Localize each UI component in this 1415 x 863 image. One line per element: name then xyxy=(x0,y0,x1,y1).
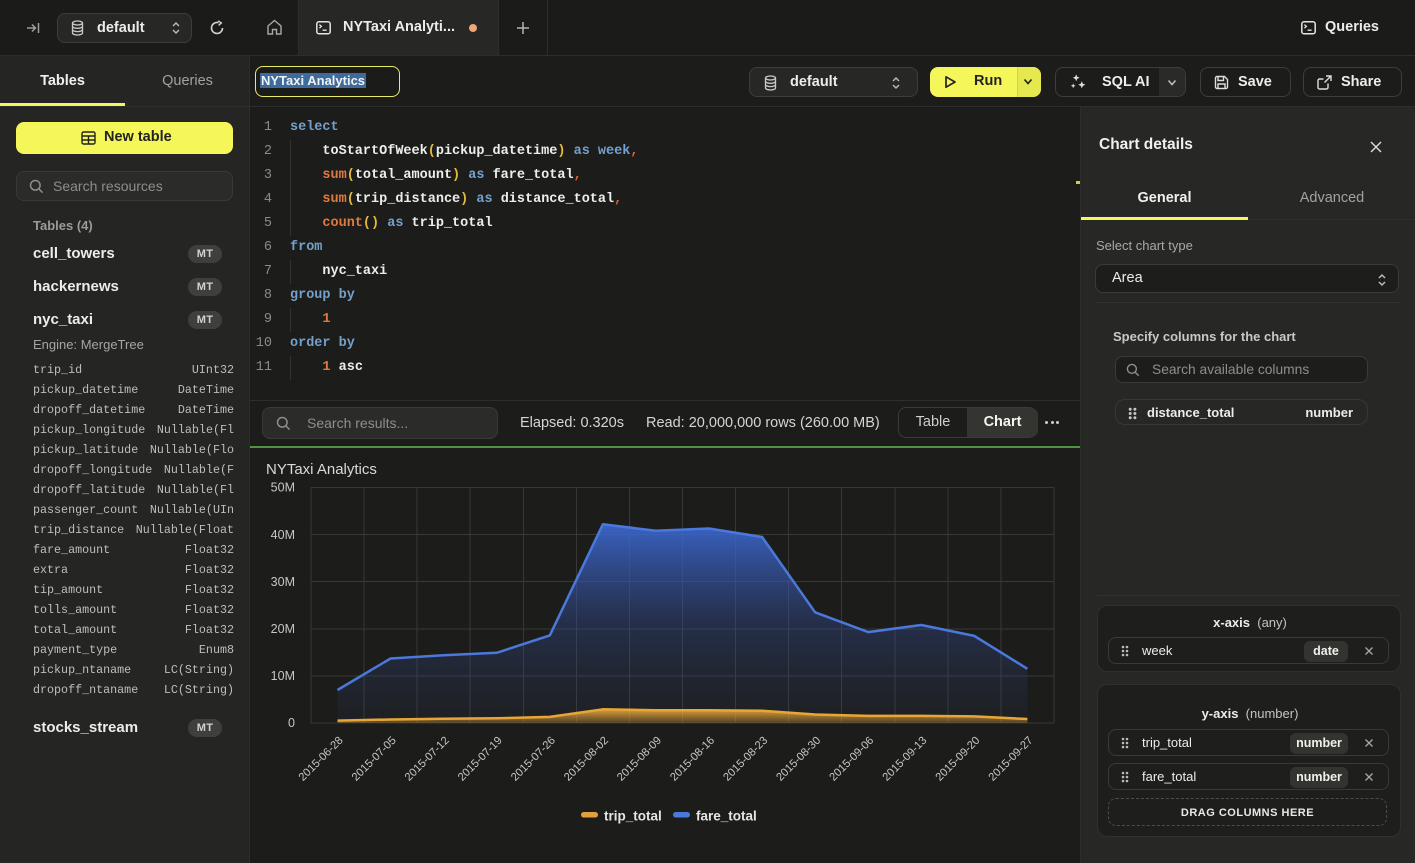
svg-text:20M: 20M xyxy=(271,622,295,636)
svg-text:50M: 50M xyxy=(271,481,295,495)
svg-text:2015-09-06: 2015-09-06 xyxy=(827,735,876,784)
svg-text:2015-06-28: 2015-06-28 xyxy=(297,735,346,784)
svg-text:40M: 40M xyxy=(271,528,295,542)
svg-text:trip_total: trip_total xyxy=(604,809,662,824)
svg-text:2015-09-27: 2015-09-27 xyxy=(987,735,1036,784)
svg-text:2015-08-30: 2015-08-30 xyxy=(774,735,823,784)
svg-text:2015-09-13: 2015-09-13 xyxy=(880,735,929,784)
svg-text:30M: 30M xyxy=(271,575,295,589)
svg-text:fare_total: fare_total xyxy=(696,809,757,824)
svg-text:2015-07-05: 2015-07-05 xyxy=(350,735,399,784)
svg-text:2015-09-20: 2015-09-20 xyxy=(933,735,982,784)
svg-text:10M: 10M xyxy=(271,669,295,683)
svg-text:NYTaxi Analytics: NYTaxi Analytics xyxy=(266,461,377,478)
svg-text:0: 0 xyxy=(288,716,295,730)
svg-text:2015-07-19: 2015-07-19 xyxy=(456,735,505,784)
svg-text:2015-07-26: 2015-07-26 xyxy=(509,735,558,784)
svg-text:2015-08-23: 2015-08-23 xyxy=(721,735,770,784)
svg-text:2015-07-12: 2015-07-12 xyxy=(403,735,452,784)
svg-text:2015-08-09: 2015-08-09 xyxy=(615,735,664,784)
svg-text:2015-08-16: 2015-08-16 xyxy=(668,735,717,784)
svg-text:2015-08-02: 2015-08-02 xyxy=(562,735,611,784)
